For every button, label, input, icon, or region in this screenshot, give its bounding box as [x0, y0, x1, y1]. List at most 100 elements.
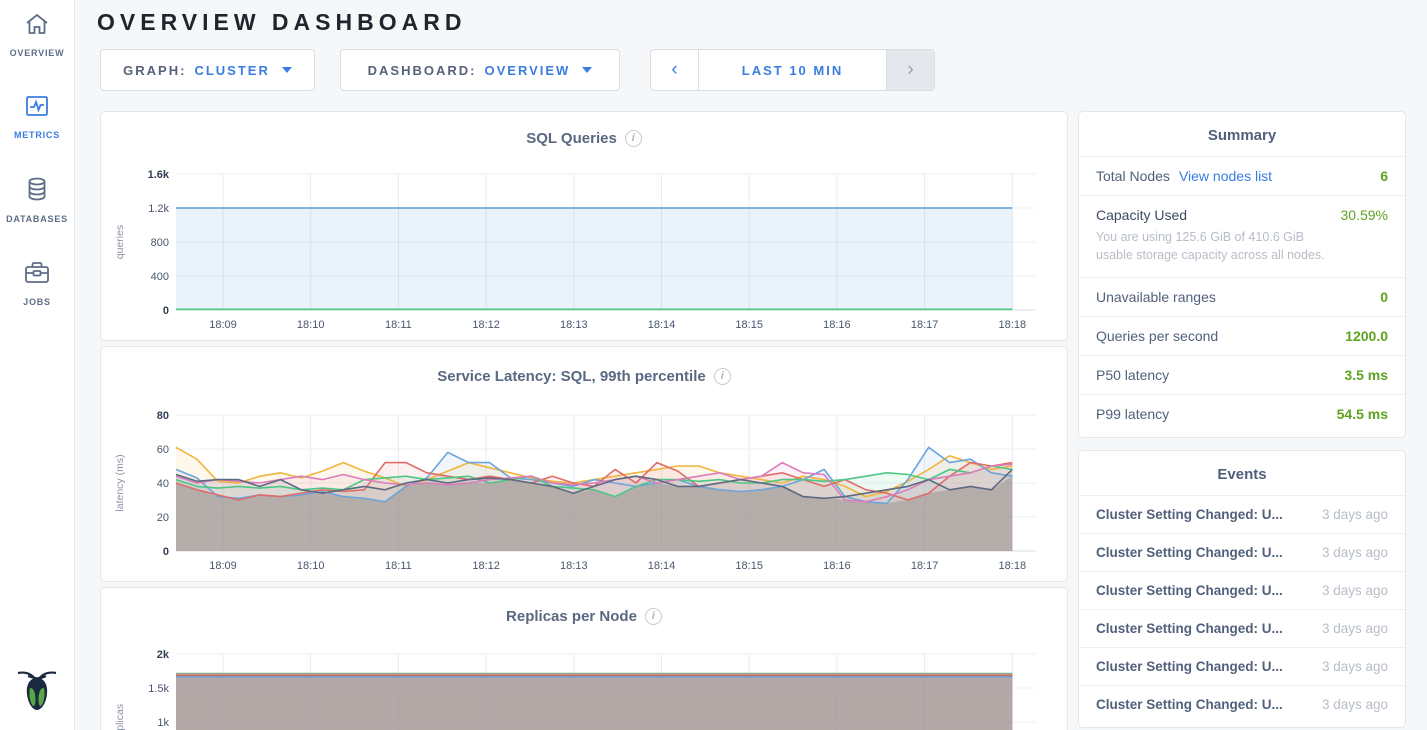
info-icon[interactable]: i: [714, 368, 731, 385]
time-range-selector: ‹ LAST 10 MIN ›: [650, 49, 935, 91]
svg-text:1k: 1k: [157, 717, 169, 729]
chart-title: SQL Queries: [526, 130, 617, 147]
sidebar-item-jobs[interactable]: JOBS: [23, 260, 51, 307]
charts-column: SQL Queries i 18:09 18:10 18:11 18:12 18:13 1…: [100, 111, 1068, 730]
event-row: Cluster Setting Changed: U... 3 days ago: [1079, 609, 1405, 647]
p50-latency-label: P50 latency: [1096, 367, 1169, 383]
svg-text:latency (ms): latency (ms): [114, 454, 126, 511]
svg-text:18:15: 18:15: [735, 319, 763, 331]
total-nodes-label: Total Nodes: [1096, 168, 1170, 184]
svg-text:18:16: 18:16: [823, 560, 851, 572]
event-title-link[interactable]: Cluster Setting Changed: U...: [1096, 583, 1283, 598]
svg-text:18:16: 18:16: [823, 319, 851, 331]
svg-text:80: 80: [157, 410, 169, 422]
home-icon: [24, 12, 50, 41]
database-icon: [24, 176, 50, 207]
svg-text:18:14: 18:14: [648, 319, 676, 331]
page-title: OVERVIEW DASHBOARD: [75, 0, 1427, 36]
info-icon[interactable]: i: [625, 130, 642, 147]
svg-text:18:10: 18:10: [297, 319, 325, 331]
time-next-button[interactable]: ›: [886, 50, 934, 90]
sidebar-item-metrics[interactable]: METRICS: [14, 94, 60, 140]
summary-row-qps: Queries per second 1200.0: [1079, 316, 1405, 355]
chevron-down-icon: [282, 67, 292, 73]
sidebar-item-databases[interactable]: DATABASES: [6, 176, 68, 224]
svg-text:18:18: 18:18: [999, 319, 1027, 331]
event-title-link[interactable]: Cluster Setting Changed: U...: [1096, 659, 1283, 674]
event-title-link[interactable]: Cluster Setting Changed: U...: [1096, 621, 1283, 636]
event-time: 3 days ago: [1322, 659, 1388, 674]
summary-row-p50: P50 latency 3.5 ms: [1079, 355, 1405, 394]
event-title-link[interactable]: Cluster Setting Changed: U...: [1096, 507, 1283, 522]
qps-label: Queries per second: [1096, 328, 1218, 344]
total-nodes-value: 6: [1380, 168, 1388, 184]
dashboard-body: SQL Queries i 18:09 18:10 18:11 18:12 18:13 1…: [100, 111, 1427, 730]
qps-value: 1200.0: [1345, 328, 1388, 344]
svg-text:1.6k: 1.6k: [148, 169, 170, 181]
sidebar-item-overview[interactable]: OVERVIEW: [10, 12, 65, 58]
graph-dropdown-label: GRAPH:: [123, 63, 186, 78]
briefcase-icon: [23, 260, 51, 290]
sidebar-item-label: METRICS: [14, 130, 60, 140]
replicas-per-node-chart[interactable]: 18:0918:1018:1118:1218:1318:1418:1518:16…: [101, 644, 1067, 730]
svg-text:60: 60: [157, 444, 169, 456]
sidebar-item-label: JOBS: [23, 297, 51, 307]
event-row: Cluster Setting Changed: U... 3 days ago: [1079, 495, 1405, 533]
sql-queries-chart-panel: SQL Queries i 18:0918:1018:1118:1218:131…: [100, 111, 1068, 341]
p50-latency-value: 3.5 ms: [1344, 367, 1388, 383]
event-row: Cluster Setting Changed: U... 3 days ago: [1079, 571, 1405, 609]
svg-text:2k: 2k: [157, 649, 170, 661]
event-time: 3 days ago: [1322, 545, 1388, 560]
event-time: 3 days ago: [1322, 621, 1388, 636]
graph-dropdown[interactable]: GRAPH: CLUSTER: [100, 49, 315, 91]
sql-queries-chart[interactable]: 18:09 18:10 18:11 18:12 18:13 18:14 18:15 18:16…: [101, 164, 1067, 340]
view-nodes-list-link[interactable]: View nodes list: [1179, 168, 1272, 184]
event-row: Cluster Setting Changed: U... 3 days ago: [1079, 533, 1405, 571]
main-content: OVERVIEW DASHBOARD GRAPH: CLUSTER DASHBO…: [75, 0, 1427, 730]
svg-text:18:13: 18:13: [560, 560, 588, 572]
svg-text:18:09: 18:09: [209, 560, 237, 572]
svg-text:18:12: 18:12: [472, 560, 500, 572]
event-time: 3 days ago: [1322, 507, 1388, 522]
dashboard-dropdown-value: OVERVIEW: [485, 63, 571, 78]
svg-text:18:09: 18:09: [209, 319, 237, 331]
summary-row-p99: P99 latency 54.5 ms: [1079, 394, 1405, 433]
events-panel: Events Cluster Setting Changed: U... 3 d…: [1078, 450, 1406, 728]
svg-text:18:14: 18:14: [648, 560, 676, 572]
svg-text:18:13: 18:13: [560, 319, 588, 331]
svg-text:replicas: replicas: [114, 704, 126, 730]
time-prev-button[interactable]: ‹: [651, 50, 699, 90]
p99-latency-label: P99 latency: [1096, 406, 1169, 422]
svg-text:0: 0: [163, 305, 169, 317]
svg-text:800: 800: [151, 237, 169, 249]
info-icon[interactable]: i: [645, 608, 662, 625]
service-latency-chart-panel: Service Latency: SQL, 99th percentile i …: [100, 346, 1068, 582]
dashboard-dropdown-label: DASHBOARD:: [368, 63, 477, 78]
events-title: Events: [1079, 451, 1405, 495]
summary-row-total-nodes: Total Nodes View nodes list 6: [1079, 156, 1405, 195]
cockroachdb-logo[interactable]: [0, 664, 74, 716]
chevron-down-icon: [582, 67, 592, 73]
service-latency-chart[interactable]: 18:0918:1018:1118:1218:1318:1418:1518:16…: [101, 405, 1067, 581]
svg-text:queries: queries: [114, 225, 126, 259]
svg-text:18:11: 18:11: [385, 319, 412, 331]
svg-text:20: 20: [157, 512, 169, 524]
svg-text:18:12: 18:12: [472, 319, 500, 331]
graph-dropdown-value: CLUSTER: [194, 63, 269, 78]
svg-text:18:10: 18:10: [297, 560, 325, 572]
svg-text:18:11: 18:11: [385, 560, 412, 572]
dashboard-dropdown[interactable]: DASHBOARD: OVERVIEW: [340, 49, 620, 91]
svg-text:18:17: 18:17: [911, 319, 939, 331]
svg-text:18:18: 18:18: [999, 560, 1027, 572]
sidebar: OVERVIEW METRICS DATABASES: [0, 0, 75, 730]
summary-title: Summary: [1079, 112, 1405, 156]
summary-panel: Summary Total Nodes View nodes list 6 Ca…: [1078, 111, 1406, 438]
capacity-value: 30.59%: [1341, 207, 1388, 223]
time-range-button[interactable]: LAST 10 MIN: [699, 50, 886, 90]
unavailable-ranges-value: 0: [1380, 289, 1388, 305]
chart-title: Service Latency: SQL, 99th percentile: [437, 368, 705, 385]
event-title-link[interactable]: Cluster Setting Changed: U...: [1096, 697, 1283, 712]
right-rail: Summary Total Nodes View nodes list 6 Ca…: [1078, 111, 1406, 730]
event-title-link[interactable]: Cluster Setting Changed: U...: [1096, 545, 1283, 560]
svg-text:18:17: 18:17: [911, 560, 939, 572]
